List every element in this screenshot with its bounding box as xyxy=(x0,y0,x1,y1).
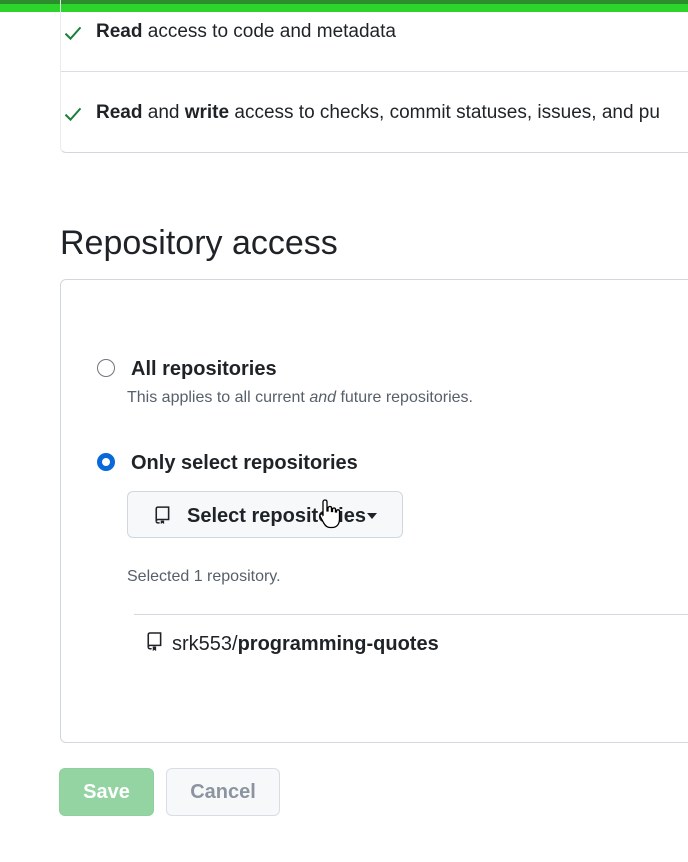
permission-connector: and xyxy=(142,102,185,123)
note-emphasis: and xyxy=(309,389,337,406)
section-title: Repository access xyxy=(60,224,338,262)
all-repositories-label[interactable]: All repositories xyxy=(131,357,277,381)
permission-level: write xyxy=(184,102,230,123)
check-icon xyxy=(64,107,82,122)
permission-description: access to code and metadata xyxy=(142,21,396,42)
permission-level: Read xyxy=(96,21,143,42)
select-repositories-button[interactable]: Select repositories xyxy=(127,491,403,538)
hand-cursor-icon xyxy=(319,499,341,529)
selected-count-text: Selected 1 repository. xyxy=(127,568,281,585)
divider xyxy=(61,71,688,72)
caret-down-icon xyxy=(367,513,377,519)
repo-icon xyxy=(147,632,162,651)
permission-row-checks: Read and write access to checks, commit … xyxy=(61,103,688,123)
permission-row-metadata: Read access to code and metadata xyxy=(61,22,688,42)
repo-icon xyxy=(155,506,170,524)
note-text: future repositories. xyxy=(336,389,473,406)
list-item[interactable]: srk553/programming-quotes xyxy=(172,632,439,656)
permissions-summary: Read access to code and metadata Read an… xyxy=(60,0,688,153)
cancel-button[interactable]: Cancel xyxy=(166,768,280,816)
note-text: This applies to all current xyxy=(127,389,310,406)
permission-description: access to checks, commit statuses, issue… xyxy=(229,102,660,123)
only-select-repositories-label[interactable]: Only select repositories xyxy=(131,451,358,475)
all-repositories-note: This applies to all current and future r… xyxy=(127,388,473,408)
repo-name: programming-quotes xyxy=(237,633,439,655)
check-icon xyxy=(64,26,82,41)
repo-owner: srk553/ xyxy=(172,633,238,655)
permission-level: Read xyxy=(96,102,143,123)
save-button[interactable]: Save xyxy=(59,768,154,816)
only-select-repositories-radio[interactable] xyxy=(97,453,115,471)
all-repositories-radio[interactable] xyxy=(97,359,115,377)
selected-repositories-list: srk553/programming-quotes xyxy=(134,614,688,675)
